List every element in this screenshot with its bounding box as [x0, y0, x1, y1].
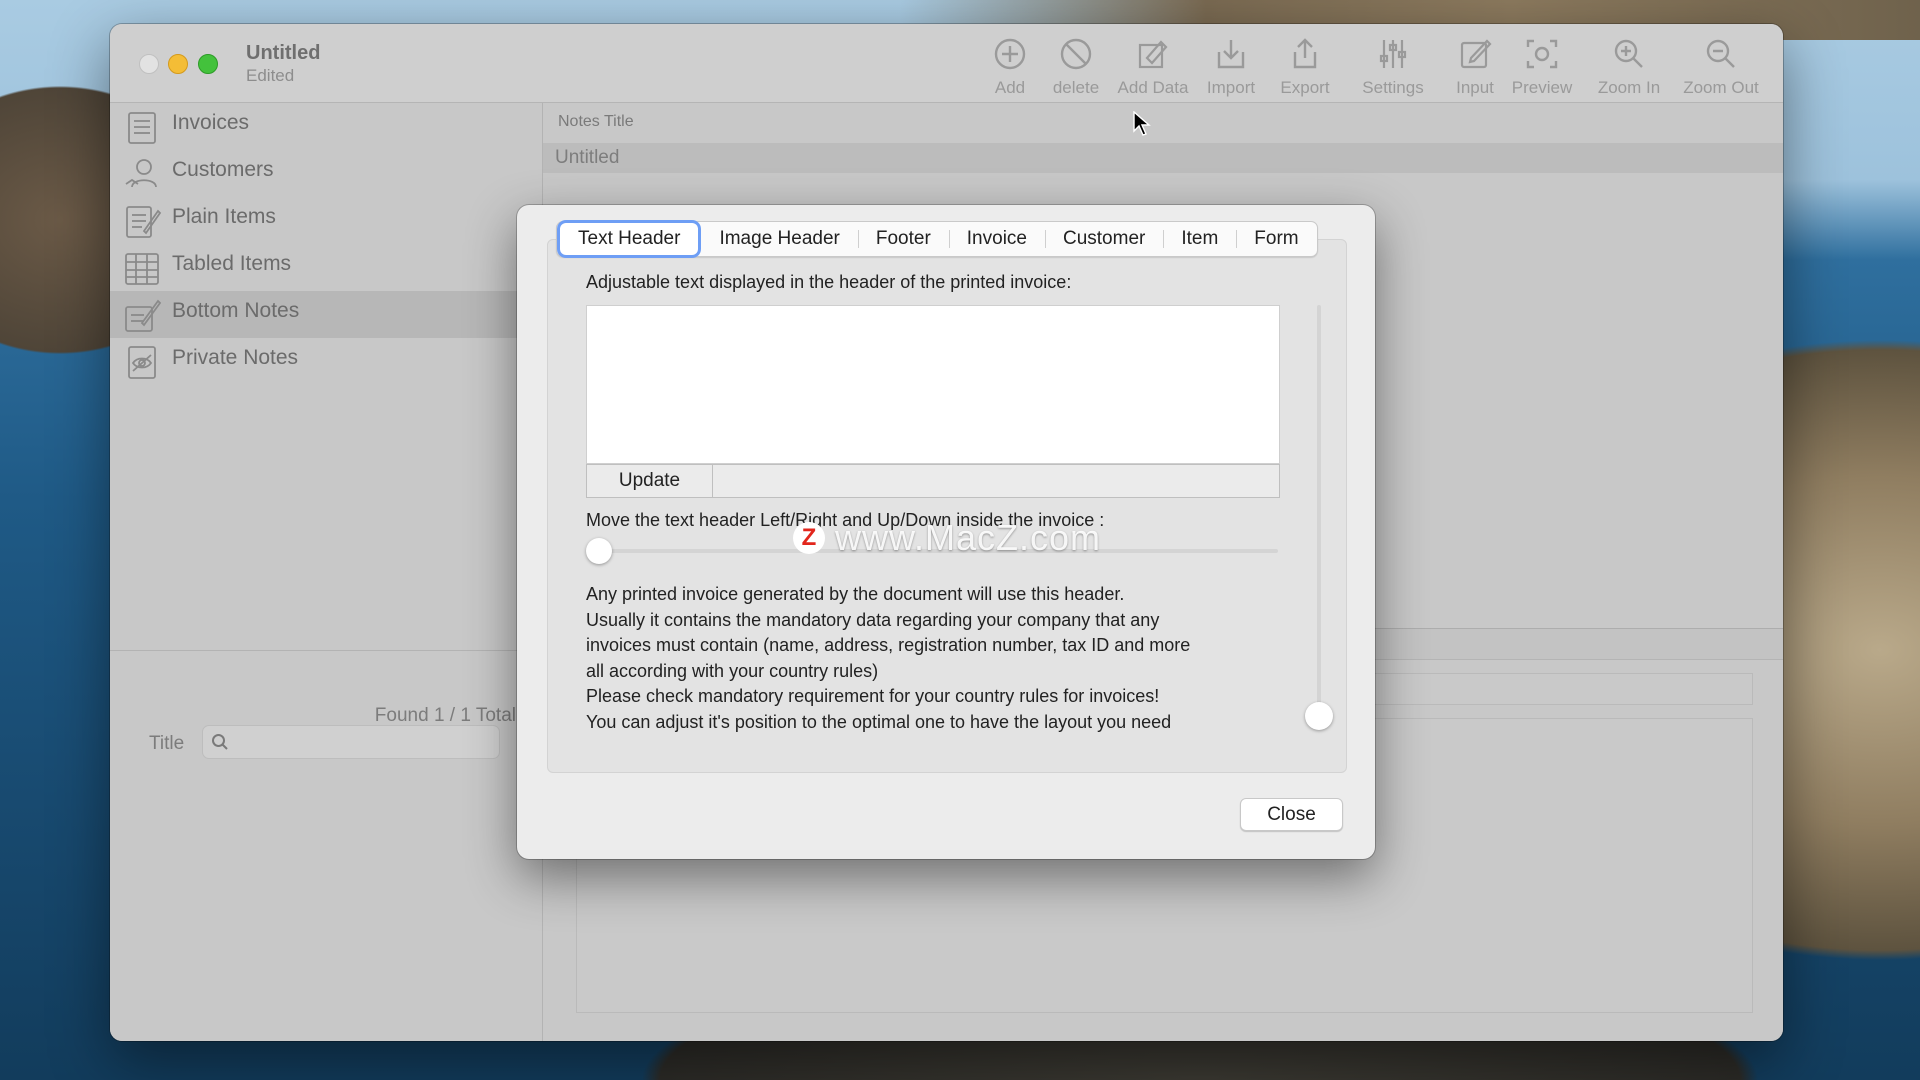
table-icon	[122, 248, 162, 288]
sidebar: Invoices Customers Plain Items Tabled It…	[110, 103, 543, 1041]
watermark-text: www.MacZ.com	[835, 517, 1102, 558]
search-input[interactable]	[202, 725, 500, 759]
vertical-position-slider-track[interactable]	[1317, 305, 1321, 709]
table-row[interactable]: Untitled	[543, 143, 1783, 173]
header-text-label: Adjustable text displayed in the header …	[586, 272, 1072, 292]
toolbar-label: delete	[1052, 78, 1100, 97]
sidebar-item-label: Plain Items	[172, 205, 276, 228]
tab-image-header[interactable]: Image Header	[701, 222, 857, 256]
plus-circle-icon	[980, 36, 1040, 74]
customers-icon	[122, 154, 162, 194]
sidebar-item-private-notes[interactable]: Private Notes	[110, 338, 542, 385]
tab-invoice[interactable]: Invoice	[948, 222, 1045, 256]
sidebar-divider	[110, 650, 542, 651]
search-icon	[212, 734, 228, 750]
sidebar-item-tabled-items[interactable]: Tabled Items	[110, 244, 542, 291]
search-title-label: Title	[149, 733, 185, 754]
watermark-logo: Z	[793, 522, 825, 554]
export-icon	[1270, 36, 1340, 74]
toolbar-delete-button[interactable]: delete	[1040, 36, 1112, 98]
sidebar-item-label: Customers	[172, 158, 274, 181]
prohibit-icon	[1040, 36, 1112, 74]
sidebar-item-label: Bottom Notes	[172, 299, 300, 322]
notes-title-column-header[interactable]: Notes Title	[558, 113, 634, 131]
tab-footer[interactable]: Footer	[857, 222, 949, 256]
toolbar-export-button[interactable]: Export	[1270, 36, 1340, 98]
watermark: Z www.MacZ.com	[793, 516, 1101, 560]
toolbar-zoom-out-button[interactable]: Zoom Out	[1678, 36, 1764, 98]
bottom-notes-icon	[122, 295, 162, 335]
info-line: Please check mandatory requirement for y…	[586, 686, 1160, 706]
info-line: Any printed invoice generated by the doc…	[586, 584, 1125, 604]
sidebar-item-customers[interactable]: Customers	[110, 150, 542, 197]
private-notes-icon	[122, 342, 162, 382]
vertical-position-slider-knob[interactable]	[1305, 702, 1333, 730]
toolbar-input-button[interactable]: Input	[1445, 36, 1505, 98]
window-close-button[interactable]	[139, 54, 159, 74]
info-line: all according with your country rules)	[586, 660, 879, 681]
window-subtitle: Edited	[246, 66, 295, 85]
info-line: invoices must contain (name, address, re…	[586, 635, 1191, 655]
close-button[interactable]: Close	[1240, 798, 1343, 831]
toolbar-add-data-button[interactable]: Add Data	[1110, 36, 1196, 98]
tab-form[interactable]: Form	[1236, 222, 1316, 256]
toolbar-zoom-in-button[interactable]: Zoom In	[1587, 36, 1671, 98]
toolbar-label: Add Data	[1117, 78, 1189, 97]
update-button[interactable]: Update	[587, 465, 713, 497]
toolbar-label: Input	[1456, 78, 1494, 97]
window-title: Untitled	[246, 42, 321, 64]
import-icon	[1196, 36, 1266, 74]
toolbar-label: Zoom Out	[1683, 78, 1759, 97]
toolbar-label: Import	[1206, 78, 1256, 97]
toolbar-label: Zoom In	[1597, 78, 1661, 97]
mouse-pointer-icon	[1133, 111, 1151, 136]
toolbar-label: Preview	[1511, 78, 1573, 97]
tab-text-header[interactable]: Text Header	[560, 223, 699, 255]
header-info-text: Any printed invoice generated by the doc…	[586, 582, 1306, 735]
toolbar-settings-button[interactable]: Settings	[1348, 36, 1438, 98]
toolbar-preview-button[interactable]: Preview	[1506, 36, 1578, 98]
tab-bar: Text Header Image Header Footer Invoice …	[556, 221, 1318, 257]
invoice-icon	[122, 107, 162, 147]
update-bar: Update	[586, 464, 1280, 498]
sidebar-item-label: Invoices	[172, 111, 250, 134]
toolbar-label: Settings	[1362, 78, 1424, 97]
eye-preview-icon	[1506, 36, 1578, 74]
toolbar-label: Export	[1280, 78, 1330, 97]
pencil-square-icon	[1445, 36, 1505, 74]
info-line: Usually it contains the mandatory data r…	[586, 609, 1160, 630]
sidebar-item-label: Tabled Items	[172, 252, 292, 275]
window-zoom-button[interactable]	[198, 54, 218, 74]
sidebar-item-invoices[interactable]: Invoices	[110, 103, 542, 150]
zoom-out-icon	[1678, 36, 1764, 74]
window-minimize-button[interactable]	[168, 54, 188, 74]
info-line: You can adjust it's position to the opti…	[586, 711, 1172, 732]
found-count: Found 1 / 1 Total	[374, 705, 516, 726]
notes-title-cell: Untitled	[555, 147, 620, 168]
toolbar-import-button[interactable]: Import	[1196, 36, 1266, 98]
add-data-icon	[1110, 36, 1196, 74]
title-bar: Untitled Edited Add delete Add Data Impo…	[110, 24, 1783, 103]
zoom-in-icon	[1587, 36, 1671, 74]
toolbar-add-button[interactable]: Add	[980, 36, 1040, 98]
header-text-area[interactable]	[586, 305, 1280, 464]
tab-customer[interactable]: Customer	[1044, 222, 1163, 256]
plain-items-icon	[122, 201, 162, 241]
sidebar-item-plain-items[interactable]: Plain Items	[110, 197, 542, 244]
horizontal-position-slider-knob[interactable]	[586, 538, 612, 564]
sidebar-item-bottom-notes[interactable]: Bottom Notes	[110, 291, 542, 338]
tab-item[interactable]: Item	[1163, 222, 1236, 256]
sliders-icon	[1348, 36, 1438, 74]
sidebar-item-label: Private Notes	[172, 346, 299, 369]
toolbar-label: Add	[994, 78, 1026, 97]
